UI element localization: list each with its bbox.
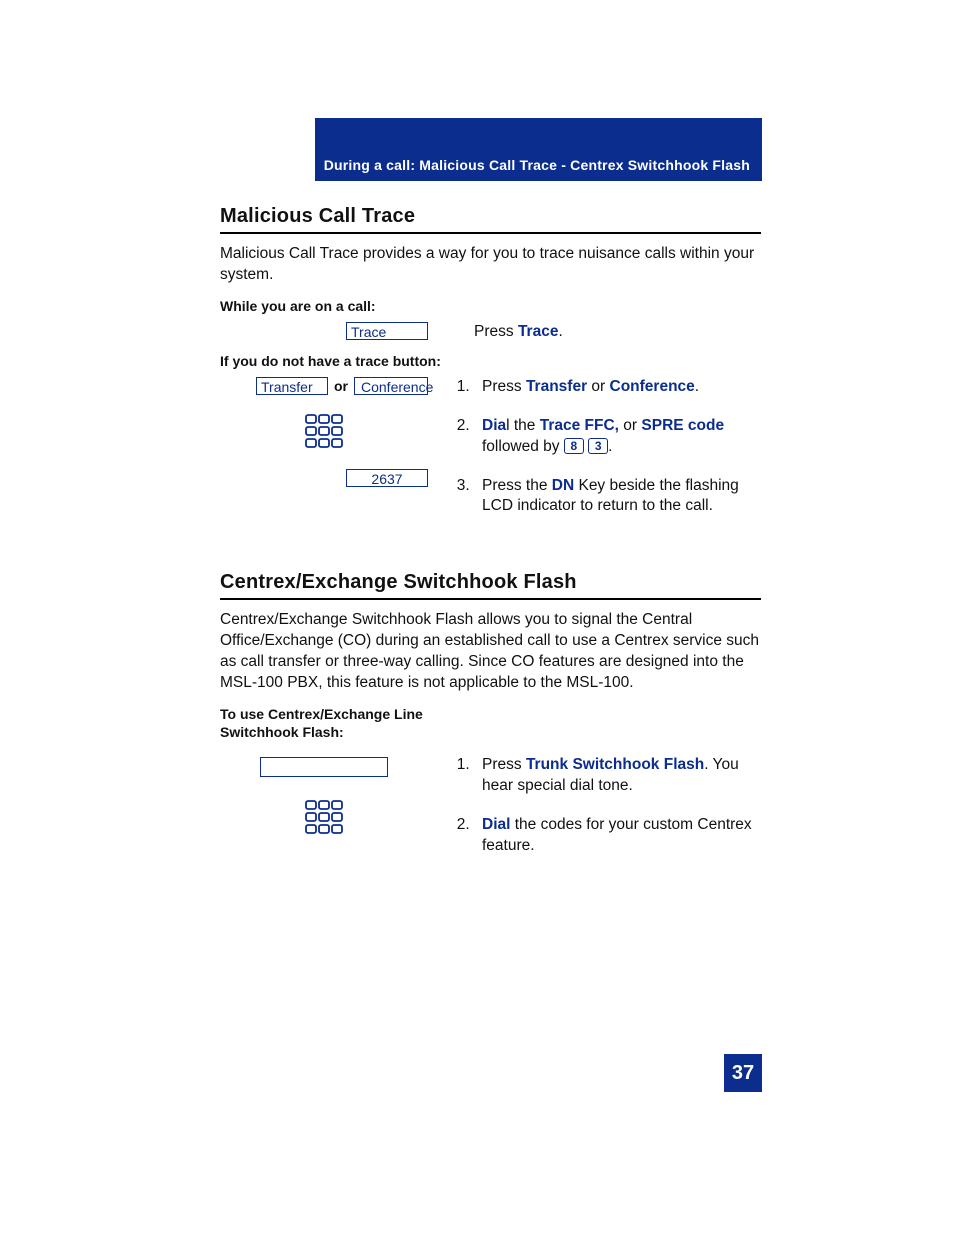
s1e: .	[695, 378, 699, 395]
s1c: or	[587, 378, 609, 395]
dn-display-button[interactable]: 2637	[346, 469, 428, 487]
trunk-switchhook-flash-button[interactable]	[260, 757, 388, 777]
page-number-value: 37	[732, 1062, 754, 1085]
sub2a: To use Centrex/Exchange Line	[220, 706, 423, 722]
row-trace: Trace Press Trace.	[220, 322, 761, 343]
c-step-2: Dial the codes for your custom Centrex f…	[474, 815, 761, 857]
s1a: Press	[482, 378, 526, 395]
document-page: During a call: Malicious Call Trace - Ce…	[0, 0, 954, 1235]
transfer-button[interactable]: Transfer	[256, 377, 328, 395]
dn-display-area: 2637	[220, 469, 428, 487]
row-steps-1: Transfer or Conference	[220, 377, 761, 536]
row-steps-2: Press Trunk Switchhook Flash. You hear s…	[220, 755, 761, 875]
section-title-malicious-call-trace: Malicious Call Trace	[220, 205, 761, 234]
s2a: Dia	[482, 417, 506, 434]
c2b: the codes for your custom Centrex featur…	[482, 816, 752, 854]
left-stack: Transfer or Conference	[220, 377, 448, 487]
s1b: Transfer	[526, 378, 587, 395]
blank-button-area	[220, 757, 428, 777]
s2b: Trace FFC,	[540, 417, 619, 434]
text-period: .	[558, 323, 562, 340]
left-stack-2	[220, 755, 448, 837]
step-2: Dial the Trace FFC, or SPRE code followe…	[474, 416, 761, 458]
s1d: Conference	[610, 378, 695, 395]
keypad-icon	[304, 413, 344, 451]
keycap-3: 3	[588, 438, 608, 454]
section1-intro: Malicious Call Trace provides a way for …	[220, 244, 761, 286]
s3a: Press the	[482, 477, 552, 494]
trace-button[interactable]: Trace	[346, 322, 428, 340]
c-step-1: Press Trunk Switchhook Flash. You hear s…	[474, 755, 761, 797]
step-3: Press the DN Key beside the flashing LCD…	[474, 476, 761, 518]
text-press: Press	[474, 323, 518, 340]
c1b: Trunk Switchhook Flash	[526, 756, 704, 773]
page-content: Malicious Call Trace Malicious Call Trac…	[220, 205, 761, 885]
c1a: Press	[482, 756, 526, 773]
section-2: Centrex/Exchange Switchhook Flash Centre…	[220, 571, 761, 874]
steps-list-1: Press Transfer or Conference. Dial the T…	[474, 377, 761, 518]
transfer-or-conference-area: Transfer or Conference	[220, 377, 428, 395]
subhead-on-call: While you are on a call:	[220, 298, 761, 314]
s3b: DN	[552, 477, 574, 494]
header-title: During a call: Malicious Call Trace - Ce…	[324, 157, 750, 173]
conference-button[interactable]: Conference	[354, 377, 428, 395]
s2e: followed by	[482, 438, 564, 455]
section-title-centrex: Centrex/Exchange Switchhook Flash	[220, 571, 761, 600]
keypad-icon-2	[304, 799, 344, 837]
s2a2: l the	[506, 417, 540, 434]
subhead-no-trace-button: If you do not have a trace button:	[220, 353, 761, 369]
keycap-8: 8	[564, 438, 584, 454]
s2d: SPRE code	[641, 417, 724, 434]
s2f: .	[608, 438, 612, 455]
sub2b: Switchhook Flash:	[220, 724, 344, 740]
kw-trace: Trace	[518, 323, 559, 340]
left-trace-button-area: Trace	[220, 322, 448, 340]
right-steps-2: Press Trunk Switchhook Flash. You hear s…	[448, 755, 761, 875]
subhead-centrex-use: To use Centrex/Exchange Line Switchhook …	[220, 706, 761, 741]
page-number: 37	[724, 1054, 762, 1092]
step-1: Press Transfer or Conference.	[474, 377, 761, 398]
right-steps: Press Transfer or Conference. Dial the T…	[448, 377, 761, 536]
steps-list-2: Press Trunk Switchhook Flash. You hear s…	[474, 755, 761, 857]
c2a: Dial	[482, 816, 510, 833]
s2c: or	[619, 417, 641, 434]
or-word: or	[334, 378, 348, 394]
header-bar: During a call: Malicious Call Trace - Ce…	[315, 118, 762, 181]
section2-intro: Centrex/Exchange Switchhook Flash allows…	[220, 610, 761, 694]
instr-press-trace: Press Trace.	[448, 322, 761, 343]
